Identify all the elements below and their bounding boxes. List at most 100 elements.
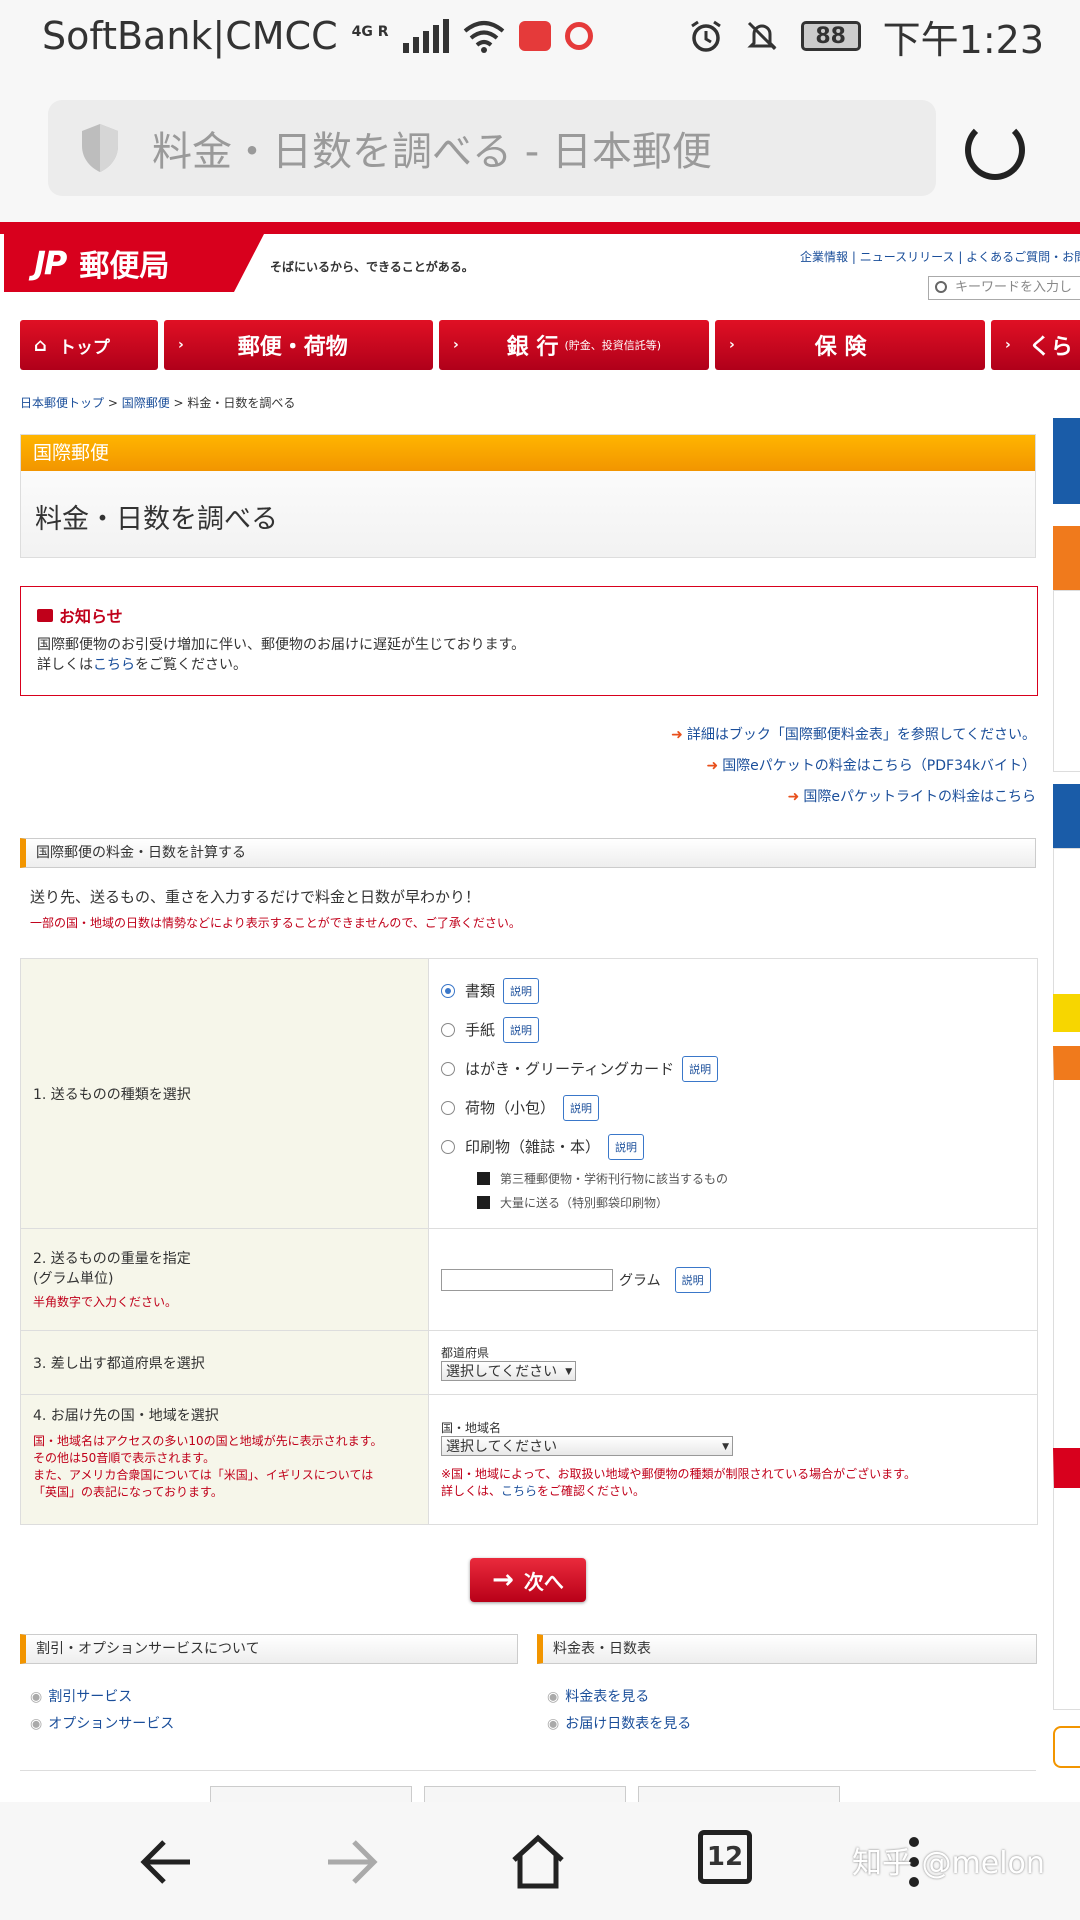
radio-button[interactable] [441, 983, 455, 998]
radio-button[interactable] [441, 1022, 455, 1037]
link-rate-book-text: 詳細はブック「国際郵便料金表」を参照してください。 [686, 727, 1036, 743]
link-rate-book[interactable]: ➜ 詳細はブック「国際郵便料金表」を参照してください。 [671, 724, 1036, 744]
notice-text: 国際郵便物のお引受け増加に伴い、郵便物のお届けに遅延が生じております。 詳しくは… [37, 635, 1021, 675]
explain-button[interactable]: 説明 [674, 1266, 711, 1293]
type-options: 書類 説明 手紙 説明 はがき・グリーティングカード 説明 荷物（小包） 説明 印刷物（… [428, 958, 1038, 1229]
breadcrumb-intl[interactable]: 国際郵便 [122, 396, 170, 410]
page-title: 料金・日数を調べる [35, 504, 278, 535]
radio-printed-matter[interactable]: 印刷物（雑誌・本） 説明 [441, 1127, 1025, 1166]
link-rate-table[interactable]: ◉ 料金表を見る [547, 1684, 691, 1711]
battery-icon: 88 [800, 21, 861, 51]
forward-icon[interactable] [322, 1832, 382, 1892]
radio-parcel[interactable]: 荷物（小包） 説明 [441, 1088, 1025, 1127]
nav-bank[interactable]: › 銀 行 (貯金、投資信託等) [439, 320, 709, 370]
category-band: 国際郵便 [21, 435, 1035, 471]
search-placeholder: キーワードを入力し [955, 280, 1073, 295]
row4-label: 4. お届け先の国・地域を選択 国・地域名はアクセスの多い10の国と地域が先に表… [20, 1394, 429, 1525]
next-button[interactable]: → 次へ [470, 1558, 586, 1602]
next-button-label: 次へ [523, 1569, 564, 1594]
nav-mail[interactable]: › 郵便・荷物 [164, 320, 433, 370]
row2-label-a: 2. 送るものの重量を指定 [33, 1251, 191, 1267]
notice-title: お知らせ [37, 603, 1021, 627]
side-panel-yellow[interactable] [1053, 994, 1080, 1032]
form-row-weight: 2. 送るものの重量を指定 (グラム単位) 半角数字で入力ください。 グラム 説… [20, 1228, 1038, 1331]
radio-postcard[interactable]: はがき・グリーティングカード 説明 [441, 1049, 1025, 1088]
link-options[interactable]: ◉ オプションサービス [30, 1711, 174, 1738]
row4-note: 国・地域名はアクセスの多い10の国と地域が先に表示されます。 [33, 1434, 383, 1448]
address-bar[interactable]: 料金・日数を調べる - 日本郵便 [48, 100, 936, 196]
link-epacket[interactable]: ➜ 国際eパケットの料金はこちら（PDF34kバイト） [706, 755, 1036, 775]
calc-intro: 送り先、送るもの、重さを入力するだけで料金と日数が早わかり！ [30, 888, 481, 906]
weight-unit: グラム [619, 1272, 661, 1289]
chevron-right-icon: › [178, 337, 184, 353]
tabs-button[interactable]: 12 [698, 1830, 752, 1884]
row3-label: 3. 差し出す都道府県を選択 [20, 1330, 429, 1395]
header-links: 企業情報 | ニュースリリース | よくあるご質問・お問 [800, 248, 1080, 265]
checkbox-academic[interactable]: 第三種郵便物・学術刊行物に該当するもの [477, 1166, 1025, 1190]
link-news[interactable]: ニュースリリース [860, 250, 955, 264]
row4-note: また、アメリカ合衆国については「米国」、イギリスについては [33, 1468, 374, 1482]
radio-button[interactable] [441, 1061, 455, 1076]
back-icon[interactable] [136, 1832, 196, 1892]
weight-input[interactable] [441, 1268, 613, 1291]
watermark: 知乎 @melon [852, 1846, 1045, 1881]
radio-button[interactable] [441, 1139, 455, 1154]
country-cell: 国・地域名 選択してください ※国・地域によって、お取扱い地域や郵便物の種類が制… [428, 1394, 1038, 1525]
checkbox[interactable] [477, 1195, 490, 1209]
arrow-icon: ➜ [706, 758, 719, 774]
nav-top[interactable]: ⌂ トップ [20, 320, 158, 370]
rate-links: ◉ 料金表を見る ◉ お届け日数表を見る [547, 1684, 691, 1738]
footer-tab[interactable] [424, 1786, 626, 1802]
nav-insurance[interactable]: › 保 険 [715, 320, 985, 370]
row1-label: 1. 送るものの種類を選択 [20, 958, 429, 1229]
chevron-right-icon: › [453, 337, 459, 353]
link-corporate[interactable]: 企業情報 [800, 250, 848, 264]
breadcrumb-sep: > [169, 396, 188, 410]
prefecture-select[interactable]: 選択してください [441, 1361, 577, 1381]
row4-note: 「英国」の表記になっております。 [33, 1485, 223, 1499]
arrow-icon: ➜ [787, 789, 800, 805]
radio-letter[interactable]: 手紙 説明 [441, 1010, 1025, 1049]
radio-documents[interactable]: 書類 説明 [441, 971, 1025, 1010]
side-panel-orange[interactable] [1053, 526, 1080, 590]
checkbox[interactable] [477, 1171, 490, 1185]
link-discount[interactable]: ◉ 割引サービス [30, 1684, 174, 1711]
link-epacket-light[interactable]: ➜ 国際eパケットライトの料金はこちら [788, 786, 1036, 806]
explain-button[interactable]: 説明 [682, 1055, 719, 1082]
link-delivery-days-text: お届け日数表を見る [565, 1716, 692, 1732]
footer-tab[interactable] [638, 1786, 840, 1802]
keyword-search-input[interactable]: キーワードを入力し [928, 276, 1080, 300]
reload-icon[interactable] [965, 120, 1025, 180]
radio-label: はがき・グリーティングカード [465, 1060, 675, 1078]
notice-link[interactable]: こちら [93, 657, 135, 673]
country-note-link[interactable]: こちら [501, 1484, 537, 1498]
prefecture-caption: 都道府県 [441, 1346, 490, 1360]
explain-button[interactable]: 説明 [563, 1094, 600, 1121]
row4-label-text: 4. お届け先の国・地域を選択 [33, 1408, 219, 1424]
nav-life-label: くら [1028, 335, 1073, 360]
side-panel-blue[interactable] [1053, 784, 1080, 848]
radio-button[interactable] [441, 1100, 455, 1115]
page-title-in-address-bar: 料金・日数を調べる - 日本郵便 [152, 129, 712, 175]
country-select[interactable]: 選択してください [441, 1436, 733, 1456]
form-row-type: 1. 送るものの種類を選択 書類 説明 手紙 説明 はがき・グリーティングカード 説明… [20, 958, 1038, 1229]
side-panel-chat[interactable] [1053, 1726, 1080, 1768]
home-icon[interactable] [508, 1832, 568, 1892]
link-delivery-days[interactable]: ◉ お届け日数表を見る [547, 1711, 691, 1738]
side-panel-red [1053, 1448, 1080, 1710]
row2-label-b: (グラム単位) [33, 1271, 114, 1287]
explain-button[interactable]: 説明 [608, 1133, 645, 1160]
arrow-right-icon: → [492, 1565, 514, 1595]
explain-button[interactable]: 説明 [503, 977, 540, 1004]
footer-tab[interactable] [210, 1786, 412, 1802]
link-rate-table-text: 料金表を見る [565, 1689, 650, 1705]
link-faq[interactable]: よくあるご質問・お問 [966, 250, 1080, 264]
breadcrumb-home[interactable]: 日本郵便トップ [20, 396, 104, 410]
explain-button[interactable]: 説明 [503, 1016, 540, 1043]
notice-title-text: お知らせ [59, 607, 123, 626]
japan-post-logo[interactable]: JP 郵便局 [4, 234, 234, 292]
checkbox-bulk[interactable]: 大量に送る（特別郵袋印刷物） [477, 1190, 1025, 1214]
nav-life[interactable]: › くら [991, 320, 1080, 370]
calc-form: 1. 送るものの種類を選択 書類 説明 手紙 説明 はがき・グリーティングカード 説明… [20, 958, 1038, 1525]
side-panel-login[interactable] [1053, 418, 1080, 504]
